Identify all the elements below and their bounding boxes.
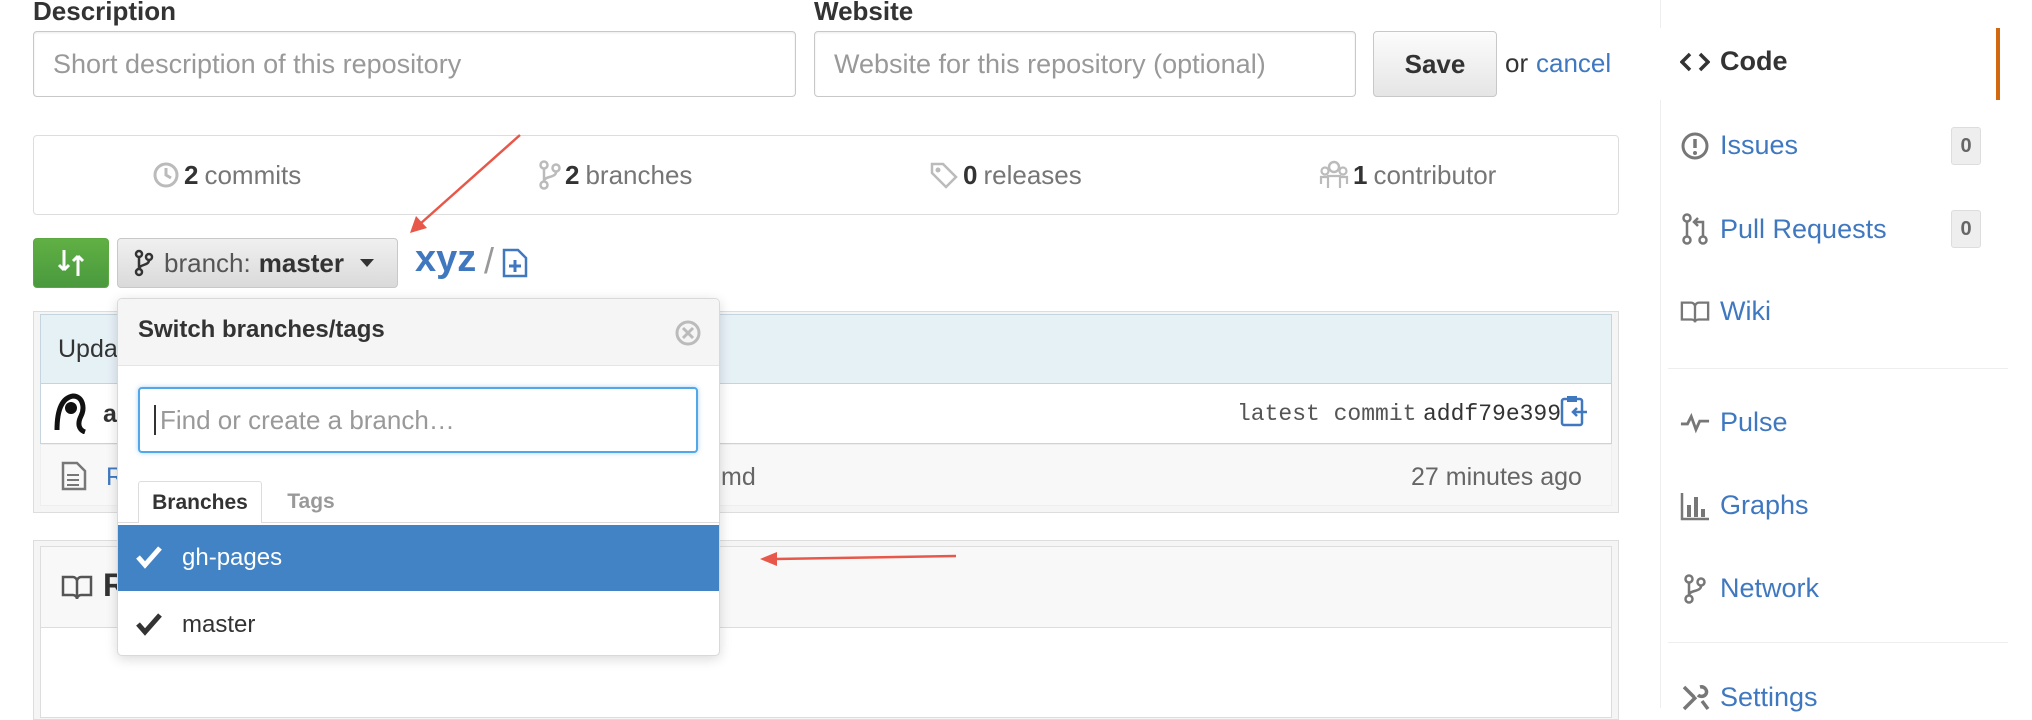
sidebar-item-wiki[interactable]: Wiki (1680, 296, 1771, 327)
contributors-count: 1 (1353, 159, 1368, 190)
sidebar-item-label: Issues (1720, 130, 1799, 160)
branches-label: branches (585, 159, 693, 190)
check-icon (136, 613, 162, 636)
commits-count: 2 (184, 159, 199, 190)
website-input[interactable]: Website for this repository (optional) (814, 31, 1356, 97)
contributors-stat[interactable]: 1 contributor (1319, 136, 1496, 214)
book-icon (61, 575, 93, 600)
commits-label: commits (204, 159, 302, 190)
text-cursor (154, 405, 156, 435)
clippy-icon (1560, 396, 1587, 427)
sidebar-item-label: Code (1720, 46, 1788, 76)
sidebar-item-label: Pulse (1720, 407, 1788, 437)
sidebar-separator (1668, 642, 2008, 643)
dropdown-header: Switch branches/tags (118, 299, 719, 366)
pull-request-icon (1682, 213, 1708, 245)
graph-icon (1680, 492, 1709, 520)
sidebar-separator (1668, 368, 2008, 369)
releases-stat[interactable]: 0 releases (929, 136, 1082, 214)
sidebar-item-label: Pull Requests (1720, 213, 1887, 244)
save-button[interactable]: Save (1373, 31, 1497, 97)
pulse-icon (1680, 412, 1710, 433)
avatar-image (54, 393, 87, 435)
compare-icon (57, 250, 85, 276)
sidebar-item-network[interactable]: Network (1680, 573, 1819, 604)
sidebar-item-label: Wiki (1720, 296, 1771, 326)
sidebar-item-label: Graphs (1720, 490, 1809, 520)
issue-icon (1681, 132, 1709, 159)
sidebar-item-code[interactable]: Code (1680, 46, 1788, 77)
code-icon (1680, 52, 1710, 71)
branch-item-label: master (182, 611, 256, 638)
file-add-icon (502, 248, 528, 278)
branch-prefix: branch: (164, 247, 251, 278)
history-icon (153, 162, 179, 188)
branch-icon (134, 249, 154, 277)
sidebar-item-pulse[interactable]: Pulse (1680, 407, 1788, 438)
branch-dropdown: Switch branches/tags Find or create a br… (117, 298, 720, 656)
new-file-button[interactable] (502, 248, 528, 283)
file-name-suffix: md (721, 463, 756, 491)
commit-sha[interactable]: addf79e399 (1423, 401, 1561, 427)
releases-label: releases (983, 159, 1082, 190)
chevron-down-icon (360, 259, 375, 267)
website-placeholder: Website for this repository (optional) (834, 48, 1266, 79)
sidebar-item-settings[interactable]: Settings (1680, 682, 1818, 713)
issues-counter: 0 (1951, 127, 1981, 165)
cancel-link[interactable]: cancel (1536, 48, 1611, 79)
contributors-label: contributor (1373, 159, 1497, 190)
tools-icon (1682, 684, 1710, 710)
branch-item-gh-pages[interactable]: gh-pages (118, 525, 719, 591)
branch-item-label: gh-pages (182, 544, 283, 571)
repo-stats-bar: 2 commits 2 branches 0 releases 1 contri… (33, 135, 1619, 215)
branches-stat[interactable]: 2 branches (539, 136, 692, 214)
sidebar-item-graphs[interactable]: Graphs (1680, 490, 1809, 521)
branch-icon (539, 160, 561, 190)
commits-stat[interactable]: 2 commits (152, 136, 301, 214)
close-icon[interactable] (674, 319, 702, 347)
latest-commit-label: latest commit (1237, 401, 1417, 427)
repo-name-link[interactable]: xyz (415, 238, 476, 281)
description-input[interactable]: Short description of this repository (33, 31, 796, 97)
website-label: Website (814, 0, 914, 26)
network-icon (1684, 573, 1706, 604)
current-branch: master (258, 247, 345, 278)
breadcrumb-separator: / (484, 240, 495, 281)
branch-item-master[interactable]: master (118, 592, 719, 655)
copy-sha-button[interactable] (1559, 394, 1589, 433)
commit-message[interactable]: Upda (58, 335, 118, 364)
file-age: 27 minutes ago (1411, 463, 1582, 491)
branch-filter-input[interactable]: Find or create a branch… (138, 387, 698, 453)
sidebar-divider (1660, 0, 1661, 708)
releases-count: 0 (963, 159, 978, 190)
sidebar-item-issues[interactable]: Issues (1680, 130, 1798, 161)
book-icon (1680, 300, 1710, 322)
tab-tags[interactable]: Tags (266, 481, 356, 523)
check-icon (136, 546, 162, 569)
pull-requests-counter: 0 (1951, 210, 1981, 248)
branches-count: 2 (565, 159, 580, 190)
organization-icon (1319, 160, 1349, 188)
branch-filter-placeholder: Find or create a branch… (160, 404, 455, 435)
dropdown-title: Switch branches/tags (138, 316, 385, 343)
sidebar-item-label: Network (1720, 573, 1820, 603)
sidebar-item-label: Settings (1720, 682, 1818, 712)
avatar[interactable] (49, 390, 89, 439)
compare-button[interactable] (33, 238, 109, 288)
file-text-icon (61, 461, 87, 491)
sidebar-item-pull-requests[interactable]: Pull Requests (1680, 213, 1887, 245)
tab-branches[interactable]: Branches (138, 481, 262, 523)
description-label: Description (33, 0, 177, 26)
branch-select-button[interactable]: branch: master (117, 238, 398, 288)
description-placeholder: Short description of this repository (53, 48, 462, 79)
or-text: or (1505, 48, 1529, 78)
tag-icon (930, 162, 958, 189)
